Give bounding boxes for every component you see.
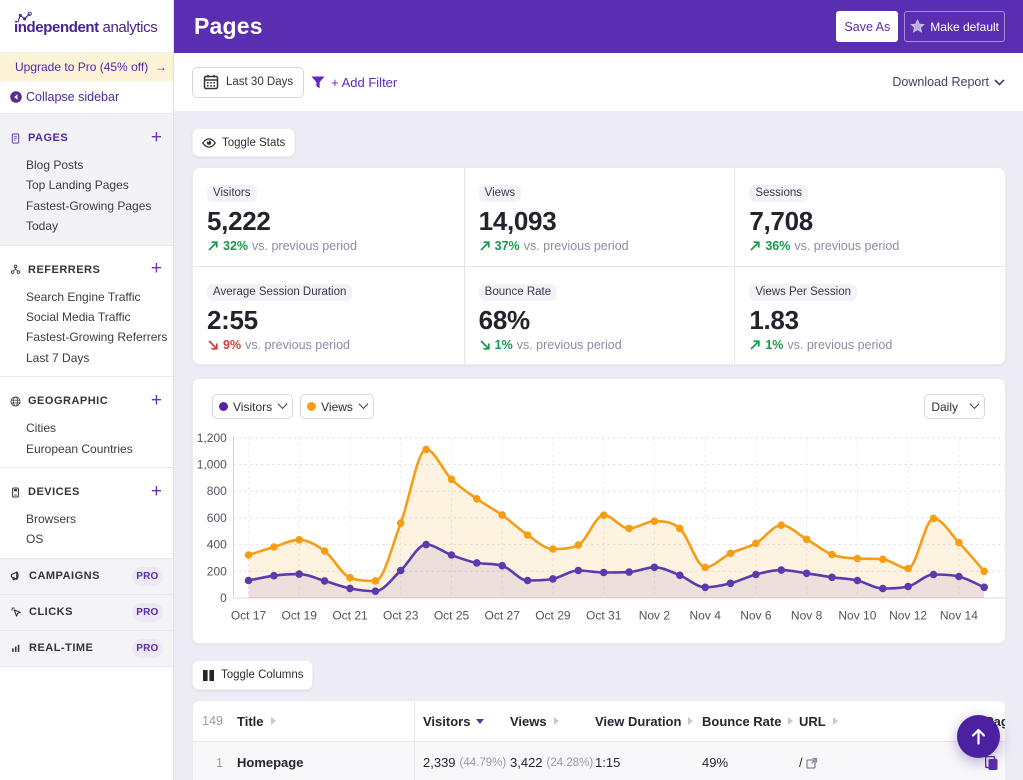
svg-text:Nov 2: Nov 2 [639, 609, 671, 623]
svg-text:Nov 8: Nov 8 [791, 609, 823, 623]
svg-text:Nov 14: Nov 14 [940, 609, 978, 623]
svg-text:Nov 6: Nov 6 [740, 609, 772, 623]
svg-text:Oct 31: Oct 31 [586, 609, 622, 623]
svg-text:Nov 10: Nov 10 [838, 609, 876, 623]
svg-text:Oct 17: Oct 17 [231, 609, 267, 623]
svg-text:1,000: 1,000 [197, 458, 227, 472]
svg-text:400: 400 [207, 538, 227, 552]
svg-text:Oct 29: Oct 29 [535, 609, 571, 623]
svg-text:0: 0 [220, 591, 227, 605]
svg-text:1,200: 1,200 [197, 431, 227, 445]
svg-text:Oct 23: Oct 23 [383, 609, 419, 623]
svg-text:Nov 12: Nov 12 [889, 609, 927, 623]
svg-text:Oct 19: Oct 19 [282, 609, 318, 623]
svg-text:200: 200 [207, 564, 227, 578]
svg-text:Oct 25: Oct 25 [434, 609, 470, 623]
svg-text:Nov 4: Nov 4 [690, 609, 722, 623]
svg-text:800: 800 [207, 484, 227, 498]
svg-text:Oct 21: Oct 21 [332, 609, 368, 623]
svg-text:600: 600 [207, 511, 227, 525]
svg-text:Oct 27: Oct 27 [485, 609, 521, 623]
